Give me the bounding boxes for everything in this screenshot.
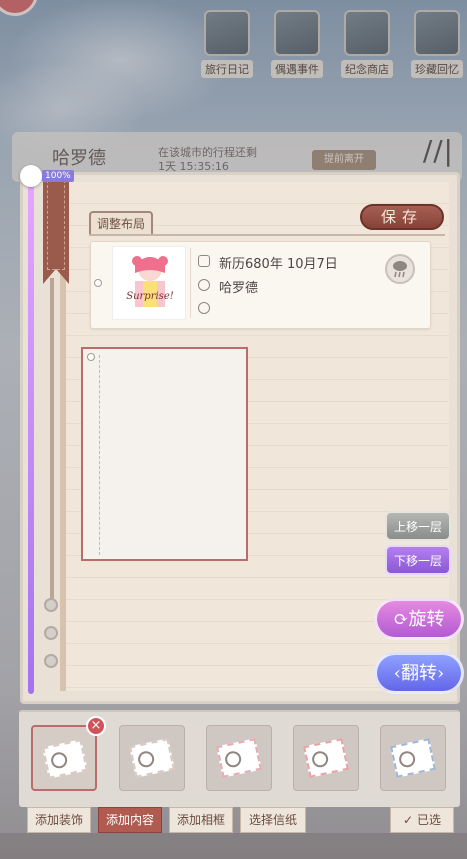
rotate-icon: ⟳ (393, 609, 409, 630)
flip-label: 翻转 (401, 663, 437, 684)
tab-add-frame[interactable]: 添加相框 (169, 807, 233, 833)
check-circle-icon: ✓ (403, 813, 414, 827)
bottom-strip (0, 833, 467, 859)
chevron-left-icon: ‹ (393, 663, 401, 684)
frame-guide-line (99, 355, 100, 555)
tab-choose-paper[interactable]: 选择信纸 (240, 807, 306, 833)
bookmark-ribbon (43, 176, 69, 284)
remove-icon[interactable]: × (86, 716, 106, 736)
move-down-layer-button[interactable]: 下移一层 (385, 545, 451, 575)
tray-item[interactable] (293, 725, 359, 791)
location-icon (198, 279, 210, 291)
entry-divider (190, 248, 191, 318)
sticker-image[interactable]: Surprise! (112, 246, 186, 320)
ring-icon (44, 626, 58, 640)
stamp-icon (390, 738, 436, 778)
zoom-slider-thumb[interactable] (20, 165, 42, 187)
rotate-label: 旋转 (408, 609, 445, 630)
rain-cloud-icon (385, 254, 415, 284)
ring-icon (44, 598, 58, 612)
selected-label: 已选 (416, 813, 441, 827)
zoom-slider-track[interactable] (28, 178, 34, 694)
girl-sticker-icon: Surprise! (126, 256, 174, 307)
tray-item[interactable] (31, 725, 97, 791)
tray-item[interactable] (119, 725, 185, 791)
save-button[interactable]: 保存 (360, 204, 444, 230)
photo-frame[interactable] (81, 347, 248, 561)
sticker-text: Surprise! (126, 291, 174, 302)
tab-adjust-layout[interactable]: 调整布局 (89, 211, 153, 235)
chevron-right-icon: › (437, 663, 445, 684)
stamp-icon (216, 738, 262, 778)
stamp-icon (42, 739, 88, 779)
tray-item[interactable] (206, 725, 272, 791)
frame-handle-icon[interactable] (87, 353, 95, 361)
rotate-button[interactable]: ⟳旋转 (374, 598, 464, 640)
selected-button[interactable]: ✓ 已选 (390, 807, 454, 833)
zoom-level: 100% (42, 170, 74, 182)
ring-icon (44, 654, 58, 668)
entry-city: 哈罗德 (219, 281, 259, 296)
tab-divider (89, 234, 445, 236)
stamp-icon (129, 738, 175, 778)
entry-handle-icon[interactable] (94, 279, 102, 287)
binding-rod (50, 278, 54, 608)
move-up-layer-button[interactable]: 上移一层 (385, 511, 451, 541)
stamp-icon (303, 738, 349, 778)
calendar-icon (198, 255, 210, 267)
pen-icon (198, 302, 210, 314)
binding-rings (44, 598, 58, 668)
entry-date: 新历680年 10月7日 (219, 257, 338, 272)
tab-add-decoration[interactable]: 添加装饰 (27, 807, 91, 833)
tray-item[interactable] (380, 725, 446, 791)
tab-add-content[interactable]: 添加内容 (98, 807, 162, 833)
cloud-glyph (393, 261, 407, 278)
flip-button[interactable]: ‹翻转› (374, 652, 464, 694)
